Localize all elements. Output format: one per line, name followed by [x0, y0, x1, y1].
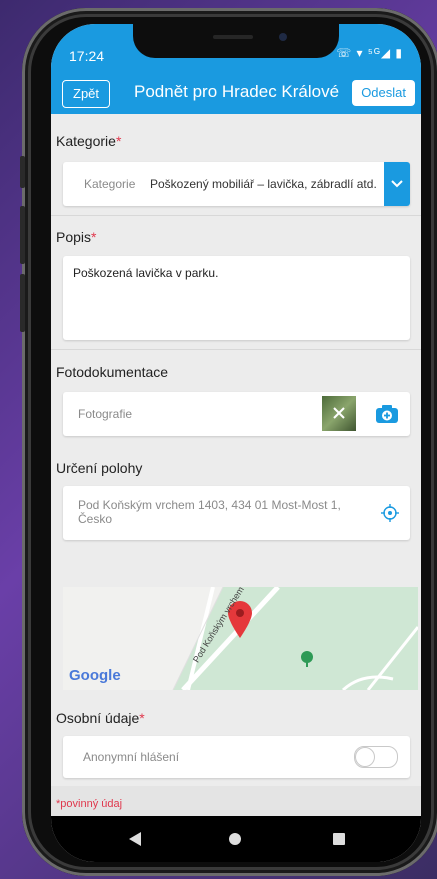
personal-heading-text: Osobní údaje — [56, 710, 140, 726]
required-mark: * — [115, 133, 122, 149]
volume-down-button — [20, 274, 25, 332]
required-mark: * — [91, 229, 97, 245]
category-heading-text: Kategorie — [56, 133, 116, 149]
address-line-2: Česko — [78, 512, 113, 526]
address-line-1: Pod Koňským vrchem 1403, 434 01 Most-Mos… — [78, 498, 341, 512]
divider — [51, 349, 421, 350]
anonymous-report-row: Anonymní hlášení — [63, 736, 410, 778]
status-icons: ☏ ▾ ⁵ᴳ◢ ▮ — [336, 46, 403, 60]
back-button[interactable]: Zpět — [62, 80, 111, 108]
android-nav-bar — [51, 816, 421, 862]
google-logo: Google — [69, 667, 121, 684]
volume-up-button — [20, 206, 25, 264]
anonymous-report-label: Anonymní hlášení — [83, 750, 180, 764]
recents-nav-icon[interactable] — [333, 833, 345, 845]
category-heading: Kategorie* — [56, 133, 121, 149]
description-value: Poškozená lavička v parku. — [73, 266, 219, 280]
chevron-down-icon — [391, 180, 403, 188]
toggle-knob — [355, 747, 375, 767]
personal-heading: Osobní údaje* — [56, 710, 145, 726]
app-bar: Zpět Podnět pro Hradec Králové Odeslat — [51, 72, 421, 114]
required-mark: * — [139, 710, 145, 726]
back-nav-icon[interactable] — [129, 832, 143, 846]
description-heading-text: Popis — [56, 229, 92, 245]
photos-field: Fotografie — [63, 392, 410, 436]
mute-button — [20, 156, 25, 188]
divider — [51, 215, 421, 216]
home-nav-icon[interactable] — [228, 832, 242, 846]
status-time: 17:24 — [69, 48, 105, 64]
address-field[interactable]: Pod Koňským vrchem 1403, 434 01 Most-Mos… — [63, 486, 410, 540]
photos-field-label: Fotografie — [78, 407, 133, 421]
category-select[interactable]: Kategorie Poškozený mobiliář – lavička, … — [63, 162, 410, 206]
location-map[interactable]: Pod Koňským vrchem Google — [63, 587, 418, 690]
category-value: Poškozený mobiliář – lavička, zábradlí a… — [150, 177, 377, 191]
anonymous-report-toggle[interactable] — [354, 746, 398, 768]
page-title: Podnět pro Hradec Králové — [134, 82, 340, 101]
category-field-label: Kategorie — [84, 177, 136, 191]
photos-heading: Fotodokumentace — [56, 364, 169, 380]
location-heading: Určení polohy — [56, 460, 143, 476]
speaker-grille — [213, 35, 253, 39]
screen: 17:24 ☏ ▾ ⁵ᴳ◢ ▮ Zpět Podnět pro Hradec K… — [51, 24, 421, 862]
remove-photo-icon[interactable] — [322, 396, 356, 431]
send-button[interactable]: Odeslat — [352, 80, 415, 106]
address-text: Pod Koňským vrchem 1403, 434 01 Most-Mos… — [78, 498, 341, 526]
description-heading: Popis* — [56, 229, 96, 245]
front-camera — [279, 33, 287, 41]
add-photo-camera-icon[interactable] — [375, 404, 399, 424]
category-dropdown-button[interactable] — [384, 162, 410, 206]
description-textarea[interactable]: Poškozená lavička v parku. — [63, 256, 410, 340]
required-note: *povinný údaj — [56, 798, 123, 810]
locate-me-icon[interactable] — [381, 504, 399, 522]
form-content: Kategorie* Kategorie Poškozený mobiliář … — [51, 114, 421, 848]
notch — [133, 24, 339, 58]
footer-area: *povinný údaj — [51, 786, 421, 820]
photo-thumbnail[interactable] — [322, 396, 356, 431]
